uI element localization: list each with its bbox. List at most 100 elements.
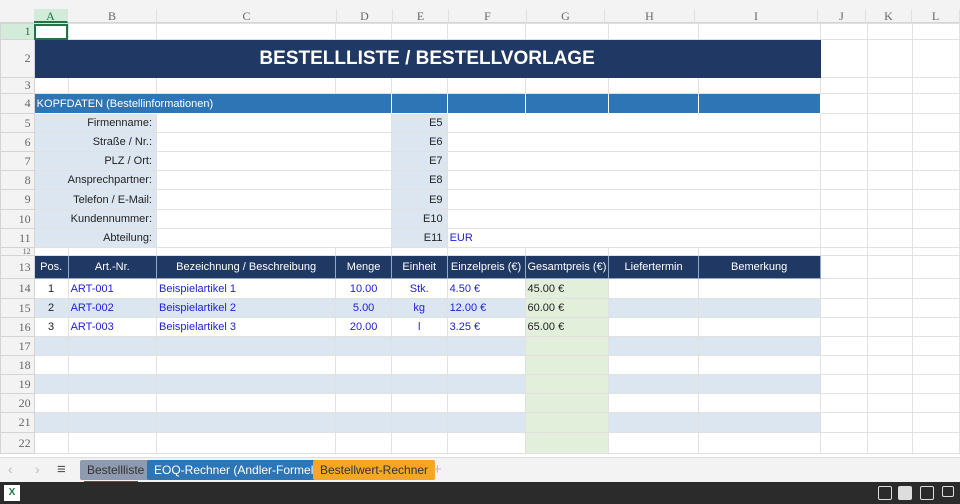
tab-bestellwert-rechner[interactable]: Bestellwert-Rechner: [313, 460, 436, 480]
cell[interactable]: [911, 278, 960, 299]
cell[interactable]: [866, 336, 913, 356]
cell[interactable]: [819, 247, 868, 256]
cell[interactable]: [911, 247, 960, 256]
row-header[interactable]: 10: [0, 209, 35, 229]
row-header[interactable]: 9: [0, 189, 35, 210]
field-ref[interactable]: E8: [390, 170, 448, 190]
cell[interactable]: [155, 77, 337, 94]
cell[interactable]: [697, 355, 821, 375]
cell[interactable]: [524, 23, 610, 40]
cell[interactable]: [866, 170, 913, 190]
field-value[interactable]: [446, 209, 821, 229]
field-input[interactable]: [156, 151, 392, 171]
cell[interactable]: [155, 336, 337, 356]
next-sheet-icon[interactable]: ›: [35, 461, 40, 477]
field-ref[interactable]: E7: [390, 151, 448, 171]
cell[interactable]: [819, 355, 868, 375]
cell[interactable]: [911, 393, 960, 413]
section-header-cell[interactable]: [446, 93, 526, 114]
cell[interactable]: [608, 412, 699, 433]
cell[interactable]: [608, 432, 699, 454]
row-header[interactable]: 14: [0, 278, 35, 299]
cell[interactable]: [155, 374, 337, 394]
item-cell[interactable]: [697, 298, 821, 318]
spreadsheet-grid[interactable]: 1 2 BESTELLLISTE / BESTELLVORLAGE 3 4 KOPFDAT…: [0, 23, 960, 454]
cell[interactable]: [866, 278, 913, 299]
item-cell[interactable]: 60.00 €: [524, 298, 610, 318]
cell[interactable]: [866, 432, 913, 454]
cell[interactable]: [446, 336, 526, 356]
cell[interactable]: [911, 298, 960, 318]
cell[interactable]: [33, 355, 69, 375]
cell[interactable]: [524, 336, 610, 356]
cell[interactable]: [819, 298, 868, 318]
item-cell[interactable]: l: [390, 317, 448, 337]
accessibility-icon[interactable]: [898, 486, 912, 500]
cell[interactable]: [911, 39, 960, 78]
row-header[interactable]: 18: [0, 355, 35, 375]
cell[interactable]: [155, 412, 337, 433]
cell[interactable]: [819, 432, 868, 454]
item-cell[interactable]: Stk.: [390, 278, 448, 299]
cell[interactable]: [819, 39, 868, 78]
cell[interactable]: [697, 247, 821, 256]
page-title[interactable]: BESTELLLISTE / BESTELLVORLAGE: [33, 39, 821, 78]
item-cell[interactable]: ART-001: [67, 278, 158, 299]
column-header-B[interactable]: B: [68, 9, 157, 23]
row-header[interactable]: 5: [0, 113, 35, 133]
section-header[interactable]: KOPFDATEN (Bestellinformationen): [33, 93, 392, 114]
tab-bestellliste[interactable]: Bestellliste: [80, 460, 152, 480]
cell[interactable]: [335, 374, 392, 394]
section-header-cell[interactable]: [697, 93, 821, 114]
cell[interactable]: [911, 113, 960, 133]
field-label[interactable]: Ansprechpartner:: [33, 170, 158, 190]
field-ref[interactable]: E9: [390, 189, 448, 210]
item-cell[interactable]: [697, 317, 821, 337]
cell[interactable]: [866, 77, 913, 94]
cell[interactable]: [866, 355, 913, 375]
cell[interactable]: [446, 23, 526, 40]
cell[interactable]: [67, 77, 158, 94]
cell[interactable]: [911, 228, 960, 248]
table-header[interactable]: Pos.: [33, 255, 69, 279]
row-header[interactable]: 12: [0, 247, 35, 256]
field-value[interactable]: [446, 189, 821, 210]
restore-window-icon[interactable]: [942, 486, 954, 497]
cell[interactable]: [390, 355, 448, 375]
column-header-E[interactable]: E: [393, 9, 449, 23]
cell[interactable]: [608, 374, 699, 394]
cell[interactable]: [524, 247, 610, 256]
cell[interactable]: [697, 336, 821, 356]
cell[interactable]: [911, 255, 960, 279]
cell[interactable]: [524, 374, 610, 394]
cell[interactable]: [866, 412, 913, 433]
field-input[interactable]: [156, 132, 392, 152]
cell[interactable]: [67, 23, 158, 40]
cell[interactable]: [33, 393, 69, 413]
cell[interactable]: [866, 228, 913, 248]
cell[interactable]: [446, 393, 526, 413]
cell[interactable]: [911, 412, 960, 433]
row-header[interactable]: 15: [0, 298, 35, 318]
column-header-K[interactable]: K: [866, 9, 912, 23]
cell[interactable]: [911, 93, 960, 114]
cell[interactable]: [911, 132, 960, 152]
row-header[interactable]: 17: [0, 336, 35, 356]
cell[interactable]: [866, 39, 913, 78]
item-cell[interactable]: 1: [33, 278, 69, 299]
item-cell[interactable]: 3.25 €: [446, 317, 526, 337]
cell[interactable]: [697, 77, 821, 94]
add-sheet-icon[interactable]: +: [433, 461, 442, 478]
cell[interactable]: [819, 393, 868, 413]
field-label[interactable]: Telefon / E-Mail:: [33, 189, 158, 210]
column-header-I[interactable]: I: [695, 9, 818, 23]
cell[interactable]: [866, 209, 913, 229]
row-header[interactable]: 19: [0, 374, 35, 394]
row-header[interactable]: 4: [0, 93, 35, 114]
field-value[interactable]: [446, 132, 821, 152]
cell[interactable]: [390, 432, 448, 454]
cell[interactable]: [33, 374, 69, 394]
sheet-list-icon[interactable]: ≡: [57, 461, 66, 478]
cell[interactable]: [819, 374, 868, 394]
field-value[interactable]: [446, 170, 821, 190]
